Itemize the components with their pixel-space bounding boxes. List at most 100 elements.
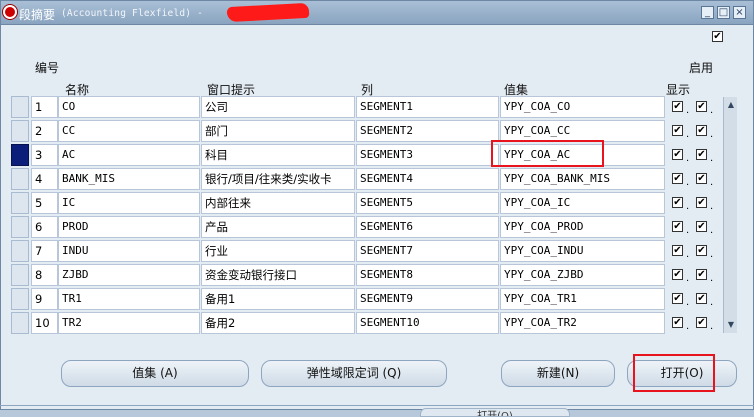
scroll-down-icon[interactable]: ▼ — [724, 319, 738, 331]
row-flags: ✔. ✔. — [669, 264, 713, 286]
cell-value-set[interactable]: YPY_COA_BANK_MIS — [500, 168, 665, 190]
enabled-checkbox[interactable]: ✔ — [696, 173, 707, 184]
displayed-checkbox[interactable]: ✔ — [672, 269, 683, 280]
row-selector[interactable] — [11, 192, 29, 214]
cell-column[interactable]: SEGMENT3 — [356, 144, 499, 166]
row-selector[interactable] — [11, 312, 29, 334]
cell-number[interactable]: 8 — [31, 264, 58, 286]
displayed-checkbox[interactable]: ✔ — [672, 221, 683, 232]
cell-prompt[interactable]: 备用1 — [201, 288, 355, 310]
cell-prompt[interactable]: 行业 — [201, 240, 355, 262]
cell-prompt[interactable]: 银行/项目/往来类/实收卡 — [201, 168, 355, 190]
enabled-checkbox[interactable]: ✔ — [696, 197, 707, 208]
cell-column[interactable]: SEGMENT5 — [356, 192, 499, 214]
cell-prompt[interactable]: 部门 — [201, 120, 355, 142]
field-dot: . — [686, 321, 690, 332]
field-dot: . — [710, 153, 714, 164]
cell-name[interactable]: ZJBD — [58, 264, 200, 286]
cell-number[interactable]: 6 — [31, 216, 58, 238]
row-selector[interactable] — [11, 240, 29, 262]
cell-name[interactable]: PROD — [58, 216, 200, 238]
cell-column[interactable]: SEGMENT7 — [356, 240, 499, 262]
background-open-button[interactable]: 打开(O) — [420, 408, 570, 417]
displayed-checkbox[interactable]: ✔ — [672, 245, 683, 256]
cell-prompt[interactable]: 资金变动银行接口 — [201, 264, 355, 286]
enabled-checkbox[interactable]: ✔ — [696, 221, 707, 232]
cell-prompt[interactable]: 科目 — [201, 144, 355, 166]
cell-number[interactable]: 2 — [31, 120, 58, 142]
maximize-button[interactable]: □ — [717, 6, 730, 19]
displayed-checkbox[interactable]: ✔ — [672, 173, 683, 184]
enabled-checkbox[interactable]: ✔ — [696, 101, 707, 112]
cell-number[interactable]: 9 — [31, 288, 58, 310]
cell-value-set[interactable]: YPY_COA_IC — [500, 192, 665, 214]
cell-number[interactable]: 7 — [31, 240, 58, 262]
enabled-checkbox[interactable]: ✔ — [696, 125, 707, 136]
row-selector[interactable] — [11, 120, 29, 142]
cell-name[interactable]: BANK_MIS — [58, 168, 200, 190]
enabled-checkbox[interactable]: ✔ — [696, 269, 707, 280]
cell-prompt[interactable]: 备用2 — [201, 312, 355, 334]
window-divider — [0, 405, 754, 406]
cell-value-set[interactable]: YPY_COA_ZJBD — [500, 264, 665, 286]
cell-number[interactable]: 10 — [31, 312, 58, 334]
cell-name[interactable]: CC — [58, 120, 200, 142]
enabled-checkbox[interactable]: ✔ — [696, 245, 707, 256]
cell-column[interactable]: SEGMENT2 — [356, 120, 499, 142]
cell-value-set[interactable]: YPY_COA_TR2 — [500, 312, 665, 334]
header-checkbox[interactable]: ✔ — [712, 29, 723, 42]
cell-value-set[interactable]: YPY_COA_CC — [500, 120, 665, 142]
cell-name[interactable]: TR1 — [58, 288, 200, 310]
enabled-checkbox[interactable]: ✔ — [696, 293, 707, 304]
cell-number[interactable]: 4 — [31, 168, 58, 190]
field-dot: . — [686, 153, 690, 164]
row-selector[interactable] — [11, 168, 29, 190]
flex-qualifiers-button[interactable]: 弹性域限定词 (Q) — [261, 360, 447, 387]
cell-column[interactable]: SEGMENT9 — [356, 288, 499, 310]
displayed-checkbox[interactable]: ✔ — [672, 101, 683, 112]
cell-name[interactable]: TR2 — [58, 312, 200, 334]
field-dot: . — [710, 225, 714, 236]
enabled-checkbox[interactable]: ✔ — [696, 149, 707, 160]
enabled-checkbox[interactable]: ✔ — [696, 317, 707, 328]
cell-column[interactable]: SEGMENT4 — [356, 168, 499, 190]
row-selector[interactable] — [11, 216, 29, 238]
cell-prompt[interactable]: 内部往来 — [201, 192, 355, 214]
cell-number[interactable]: 3 — [31, 144, 58, 166]
vertical-scrollbar[interactable]: ▲ ▼ — [723, 97, 737, 333]
value-set-button[interactable]: 值集 (A) — [61, 360, 249, 387]
cell-prompt[interactable]: 产品 — [201, 216, 355, 238]
displayed-checkbox[interactable]: ✔ — [672, 125, 683, 136]
cell-name[interactable]: CO — [58, 96, 200, 118]
cell-column[interactable]: SEGMENT10 — [356, 312, 499, 334]
displayed-checkbox[interactable]: ✔ — [672, 317, 683, 328]
row-selector[interactable] — [11, 264, 29, 286]
cell-name[interactable]: AC — [58, 144, 200, 166]
open-button[interactable]: 打开(O) — [627, 360, 737, 387]
cell-column[interactable]: SEGMENT6 — [356, 216, 499, 238]
field-dot: . — [710, 129, 714, 140]
minimize-button[interactable]: _ — [701, 6, 714, 19]
new-button[interactable]: 新建(N) — [501, 360, 615, 387]
cell-column[interactable]: SEGMENT8 — [356, 264, 499, 286]
displayed-checkbox[interactable]: ✔ — [672, 293, 683, 304]
cell-value-set[interactable]: YPY_COA_AC — [500, 144, 665, 166]
cell-value-set[interactable]: YPY_COA_CO — [500, 96, 665, 118]
row-selector[interactable] — [11, 288, 29, 310]
cell-number[interactable]: 1 — [31, 96, 58, 118]
cell-value-set[interactable]: YPY_COA_TR1 — [500, 288, 665, 310]
displayed-checkbox[interactable]: ✔ — [672, 149, 683, 160]
row-selector[interactable] — [11, 96, 29, 118]
displayed-checkbox[interactable]: ✔ — [672, 197, 683, 208]
cell-value-set[interactable]: YPY_COA_INDU — [500, 240, 665, 262]
close-button[interactable]: × — [733, 6, 746, 19]
cell-number[interactable]: 5 — [31, 192, 58, 214]
scroll-up-icon[interactable]: ▲ — [724, 99, 738, 111]
field-dot: . — [710, 201, 714, 212]
cell-name[interactable]: INDU — [58, 240, 200, 262]
row-selector[interactable] — [11, 144, 29, 166]
cell-name[interactable]: IC — [58, 192, 200, 214]
cell-prompt[interactable]: 公司 — [201, 96, 355, 118]
cell-column[interactable]: SEGMENT1 — [356, 96, 499, 118]
cell-value-set[interactable]: YPY_COA_PROD — [500, 216, 665, 238]
